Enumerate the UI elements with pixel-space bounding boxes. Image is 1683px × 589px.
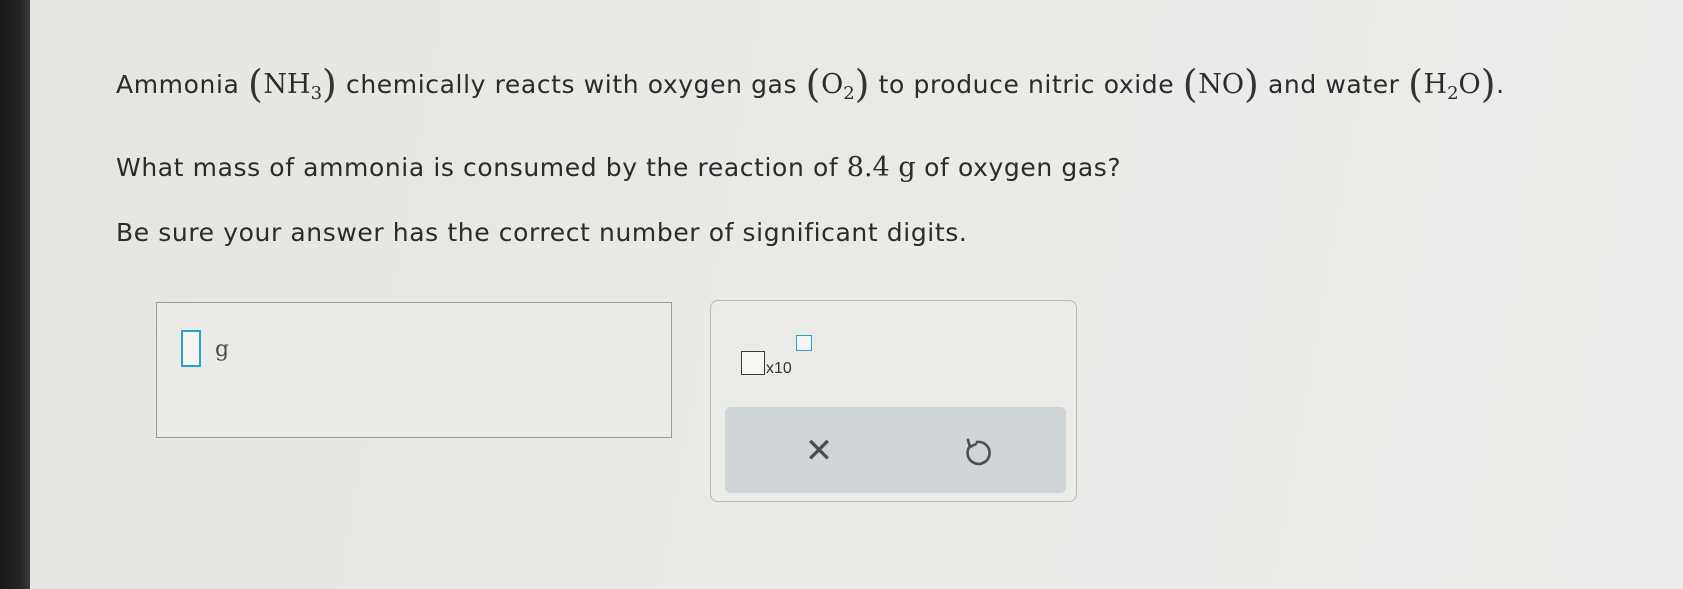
formula-o2: O2 xyxy=(821,69,855,104)
text-after-quantity: of oxygen gas? xyxy=(924,153,1122,182)
question-line-3: Be sure your answer has the correct numb… xyxy=(116,218,968,247)
answer-box: g xyxy=(156,302,672,438)
sci-exponent-slot-icon xyxy=(796,335,812,351)
sci-base-slot-icon xyxy=(741,351,765,375)
answer-unit: g xyxy=(215,337,230,362)
clear-button[interactable]: ✕ xyxy=(795,427,843,475)
undo-button[interactable] xyxy=(957,433,997,473)
screen-edge xyxy=(0,0,30,589)
sci-notation-label: x10 xyxy=(766,360,792,377)
question-line-2: What mass of ammonia is consumed by the … xyxy=(116,152,1121,183)
formula-nh3: NH3 xyxy=(263,69,323,104)
formula-no: NO xyxy=(1198,69,1244,100)
question-line-1: Ammonia (NH3) chemically reacts with oxy… xyxy=(116,62,1505,106)
undo-icon xyxy=(966,438,991,466)
scientific-notation-button[interactable]: x10 xyxy=(741,333,816,381)
text-produce: to produce nitric oxide xyxy=(878,70,1175,99)
given-quantity: 8.4 g xyxy=(846,152,916,183)
math-tool-panel: x10 ✕ xyxy=(710,300,1077,502)
text-before-quantity: What mass of ammonia is consumed by the … xyxy=(116,153,839,182)
action-bar: ✕ xyxy=(725,407,1066,493)
period: . xyxy=(1496,70,1505,99)
text-reacts: chemically reacts with oxygen gas xyxy=(346,70,798,99)
text-ammonia: Ammonia xyxy=(116,70,240,99)
answer-input[interactable] xyxy=(181,330,201,367)
text-water: and water xyxy=(1267,70,1400,99)
formula-h2o: H2O xyxy=(1423,69,1481,104)
